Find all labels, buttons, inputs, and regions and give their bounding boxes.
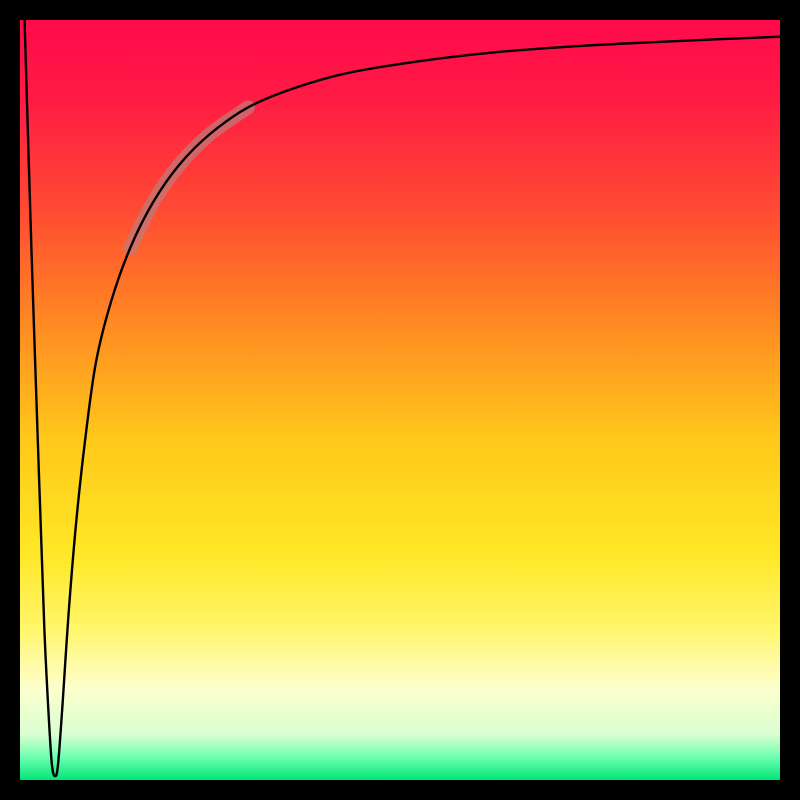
plot-area xyxy=(20,20,780,780)
frame-bottom xyxy=(0,780,800,800)
bottleneck-curve xyxy=(25,20,780,776)
frame-right xyxy=(780,0,800,800)
curve-highlight-segment xyxy=(130,107,248,248)
frame-left xyxy=(0,0,20,800)
chart-stage: TheBottleneck.com xyxy=(0,0,800,800)
curve-layer xyxy=(20,20,780,780)
